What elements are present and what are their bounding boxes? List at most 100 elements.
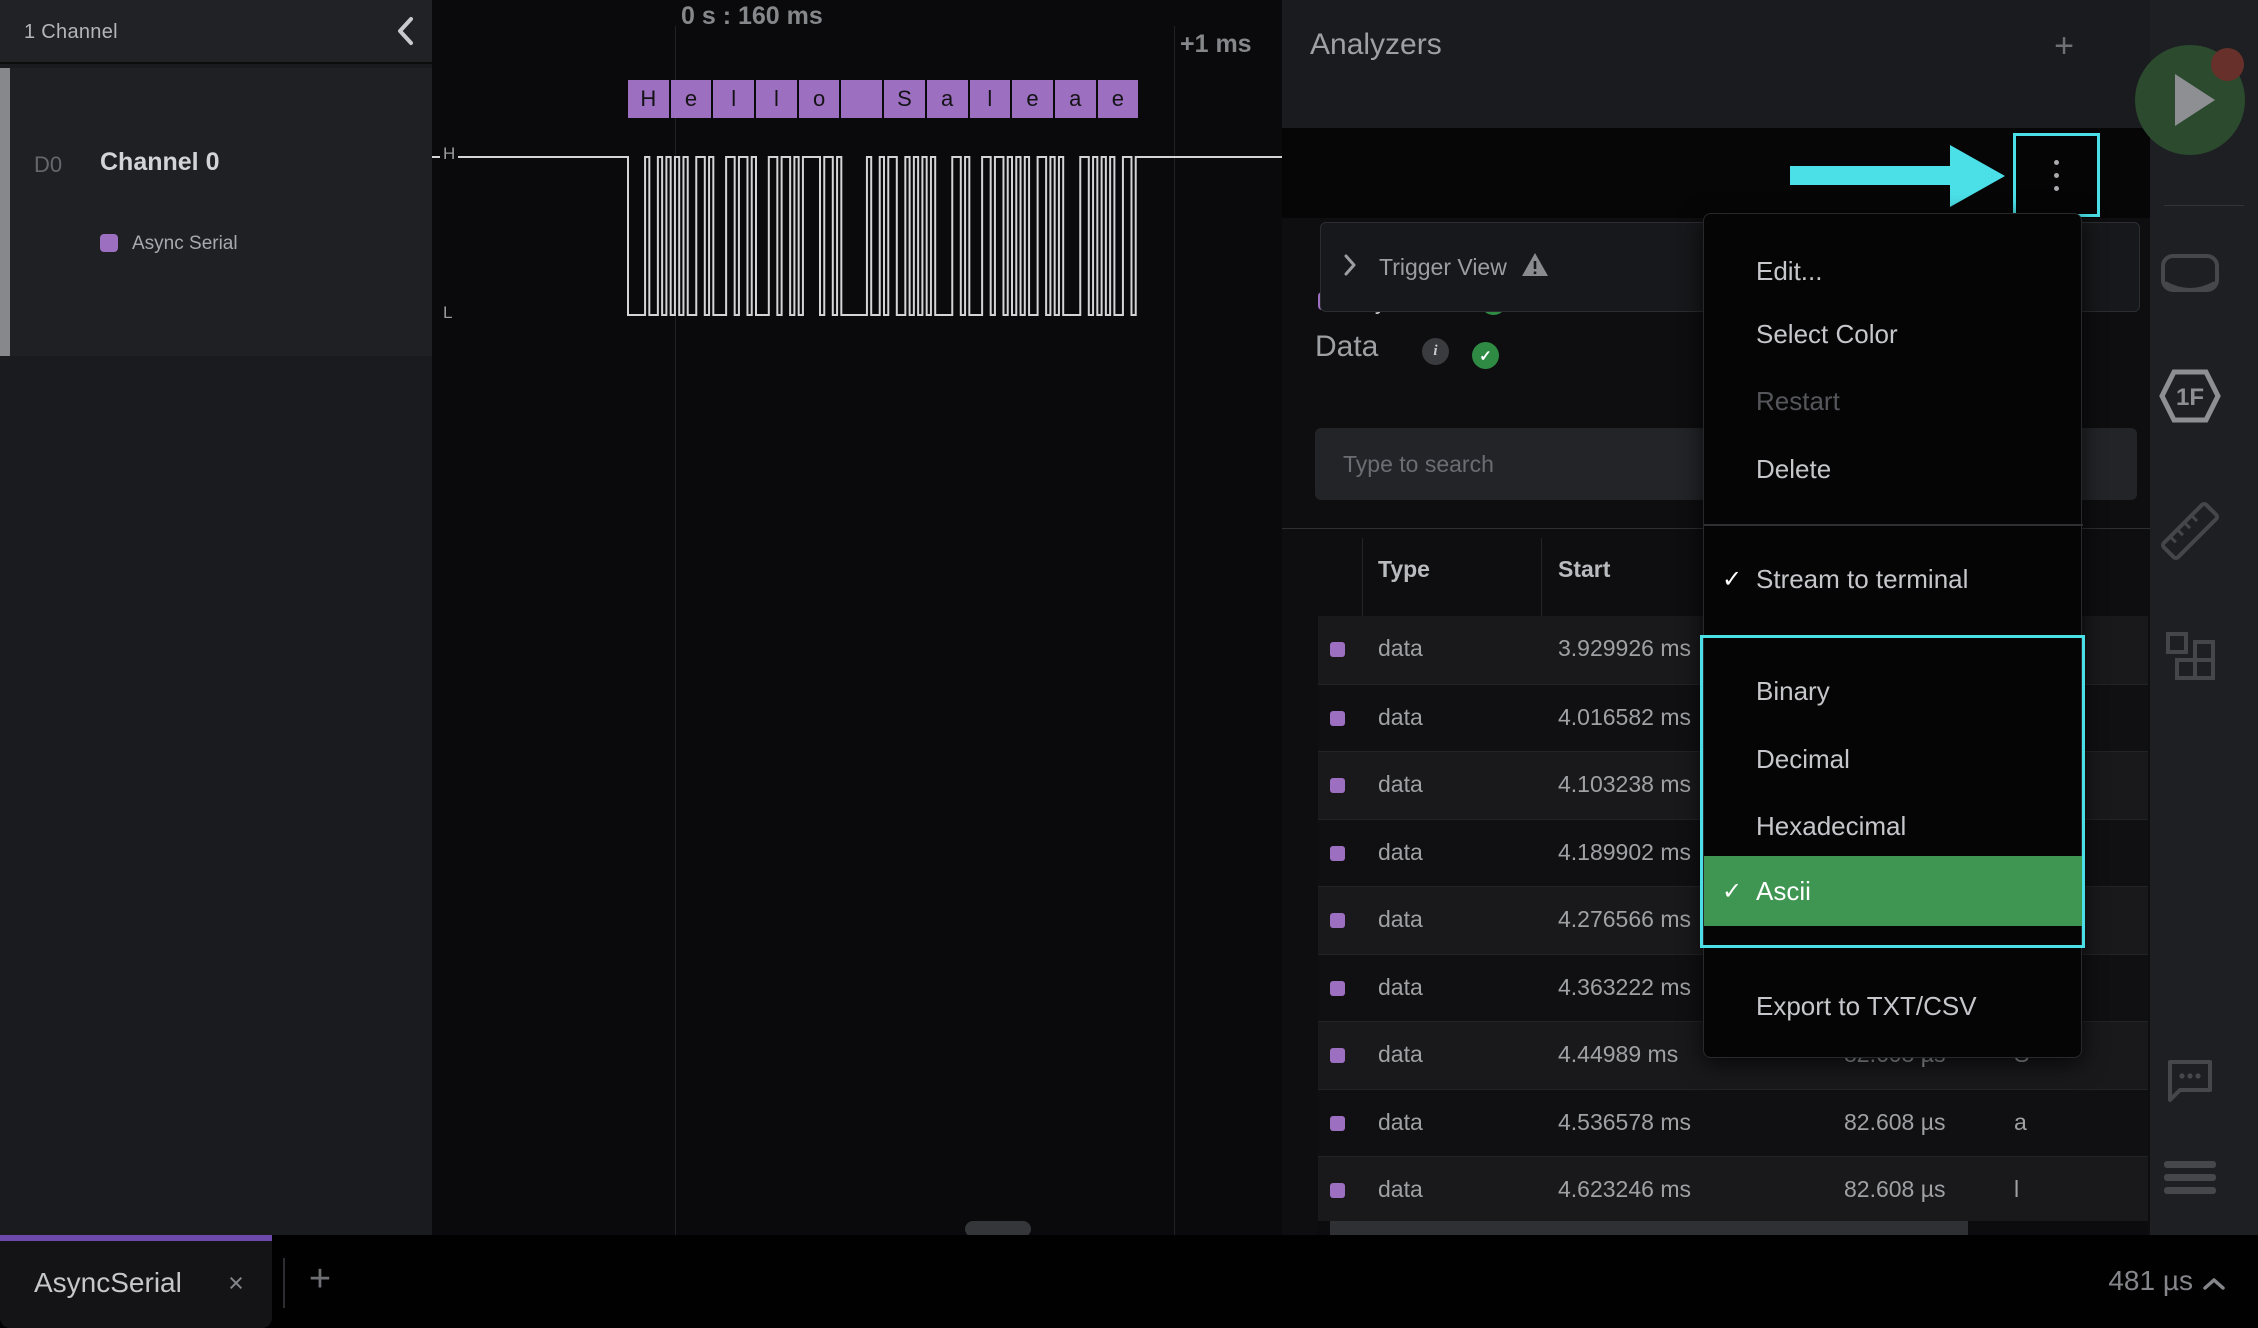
decoded-byte: e: [1098, 80, 1139, 118]
layout-blocks-icon: [2162, 630, 2218, 691]
channel-analyzer-label[interactable]: Async Serial: [132, 233, 238, 255]
table-row[interactable]: data 4.536578 ms 82.608 µs a: [1318, 1089, 2148, 1157]
collapse-panel-button[interactable]: [386, 14, 424, 52]
cell-start: 3.929926 ms: [1558, 635, 1691, 662]
menu-item-restart: Restart: [1704, 369, 2083, 433]
hamburger-icon: [2164, 1174, 2216, 1181]
tab-separator: [283, 1258, 285, 1308]
analyzers-header: Analyzers +: [1282, 0, 2150, 128]
digital-waveform: [432, 0, 1282, 1235]
kebab-dot: [2054, 173, 2059, 178]
cell-start: 4.276566 ms: [1558, 906, 1691, 933]
timing-scale-label[interactable]: 481 µs: [2108, 1265, 2193, 1297]
analyzers-title: Analyzers: [1310, 28, 1442, 62]
tab-bar: AsyncSerial × + 481 µs: [0, 1235, 2258, 1328]
menu-item-hexadecimal[interactable]: Hexadecimal: [1704, 794, 2083, 858]
decoded-byte: e: [671, 80, 712, 118]
table-row[interactable]: data 4.623246 ms 82.608 µs l: [1318, 1156, 2148, 1224]
cell-start: 4.623246 ms: [1558, 1176, 1691, 1203]
chevron-right-icon: [1343, 254, 1357, 281]
cell-value: a: [2014, 1109, 2027, 1136]
row-color-swatch: [1330, 1183, 1345, 1198]
analyzer-color-swatch: [100, 234, 118, 252]
cell-type: data: [1378, 974, 1423, 1001]
column-header-start[interactable]: Start: [1558, 556, 1610, 583]
decoded-byte: l: [970, 80, 1011, 118]
cell-duration: 82.608 µs: [1844, 1176, 1946, 1203]
menu-item-delete[interactable]: Delete: [1704, 437, 2083, 501]
decoded-byte: o: [799, 80, 840, 118]
channel-row[interactable]: D0 Channel 0 Async Serial: [0, 68, 432, 356]
decoded-byte: l: [713, 80, 754, 118]
hamburger-icon: [2164, 1161, 2216, 1168]
cell-type: data: [1378, 704, 1423, 731]
analyzer-context-menu: Edit... Select Color Restart Delete ✓ St…: [1703, 213, 2082, 1058]
menu-item-decimal[interactable]: Decimal: [1704, 727, 2083, 791]
row-color-swatch: [1330, 1048, 1345, 1063]
cell-type: data: [1378, 1041, 1423, 1068]
chevron-up-icon[interactable]: [2202, 1277, 2226, 1296]
trigger-view-label: Trigger View: [1379, 254, 1507, 281]
decoded-byte: a: [927, 80, 968, 118]
menu-item-edit[interactable]: Edit...: [1704, 239, 2083, 303]
menu-item-ascii-selected[interactable]: ✓ Ascii: [1704, 856, 2083, 926]
info-icon: i: [1422, 338, 1449, 365]
cell-start: 4.189902 ms: [1558, 839, 1691, 866]
cell-type: data: [1378, 1109, 1423, 1136]
measure-button[interactable]: [2158, 501, 2222, 565]
toolbar-divider: [2164, 205, 2244, 206]
record-status-badge: [2211, 48, 2244, 81]
close-tab-button[interactable]: ×: [218, 1265, 254, 1301]
column-header-type[interactable]: Type: [1378, 556, 1430, 583]
cell-start: 4.536578 ms: [1558, 1109, 1691, 1136]
high-rail-label: H: [440, 144, 458, 164]
cell-type: data: [1378, 1176, 1423, 1203]
cell-type: data: [1378, 635, 1423, 662]
decoded-byte: S: [884, 80, 925, 118]
kebab-dot: [2054, 186, 2059, 191]
channel-panel: 1 Channel D0 Channel 0 Async Serial: [0, 0, 432, 1235]
menu-item-binary[interactable]: Binary: [1704, 659, 2083, 723]
device-id-button[interactable]: 1F: [2156, 369, 2224, 427]
data-ok-icon: ✓: [1472, 342, 1499, 369]
cell-type: data: [1378, 771, 1423, 798]
cell-start: 4.103238 ms: [1558, 771, 1691, 798]
feedback-button[interactable]: [2162, 1056, 2218, 1112]
hamburger-icon: [2164, 1187, 2216, 1194]
decoded-byte: H: [628, 80, 669, 118]
channel-name-label: Channel 0: [100, 148, 219, 177]
channel-scrollbar[interactable]: [0, 68, 10, 356]
menu-item-stream-to-terminal[interactable]: ✓ Stream to terminal: [1704, 547, 2083, 611]
ruler-icon: [2158, 499, 2222, 568]
chevron-left-icon: [396, 16, 414, 51]
data-section-title: Data: [1315, 330, 1378, 364]
main-menu-button[interactable]: [2164, 1157, 2216, 1197]
menu-item-export-txt-csv[interactable]: Export to TXT/CSV: [1704, 974, 2083, 1038]
annotation-arrow: [1790, 166, 1952, 185]
cell-start: 4.44989 ms: [1558, 1041, 1678, 1068]
analyzer-options-kebab-button[interactable]: [2013, 133, 2100, 217]
channel-panel-header: 1 Channel: [0, 0, 432, 64]
decoded-byte: e: [1012, 80, 1053, 118]
decoded-byte: l: [756, 80, 797, 118]
row-color-swatch: [1330, 1116, 1345, 1131]
tab-asyncserial[interactable]: AsyncSerial ×: [0, 1235, 272, 1328]
add-analyzer-button[interactable]: +: [2042, 24, 2086, 68]
hexagon-1f-icon: 1F: [2156, 367, 2224, 430]
play-icon: [2175, 74, 2215, 126]
decoded-byte-bubbles: H e l l o S a l e a e: [628, 80, 1140, 118]
cell-duration: 82.608 µs: [1844, 1109, 1946, 1136]
menu-item-select-color[interactable]: Select Color: [1704, 302, 2083, 366]
kebab-dot: [2054, 160, 2059, 165]
cell-value: l: [2014, 1176, 2019, 1203]
row-color-swatch: [1330, 642, 1345, 657]
waveform-canvas[interactable]: 0 s : 160 ms +1 ms H e l l o S a l e a e…: [432, 0, 1282, 1235]
row-color-swatch: [1330, 913, 1345, 928]
row-color-swatch: [1330, 846, 1345, 861]
device-settings-button[interactable]: [2160, 253, 2220, 303]
layout-button[interactable]: [2162, 632, 2218, 688]
channel-count-label: 1 Channel: [24, 0, 118, 64]
svg-text:1F: 1F: [2176, 384, 2204, 411]
new-tab-button[interactable]: +: [296, 1255, 344, 1303]
annotation-arrow-head: [1950, 145, 2005, 207]
